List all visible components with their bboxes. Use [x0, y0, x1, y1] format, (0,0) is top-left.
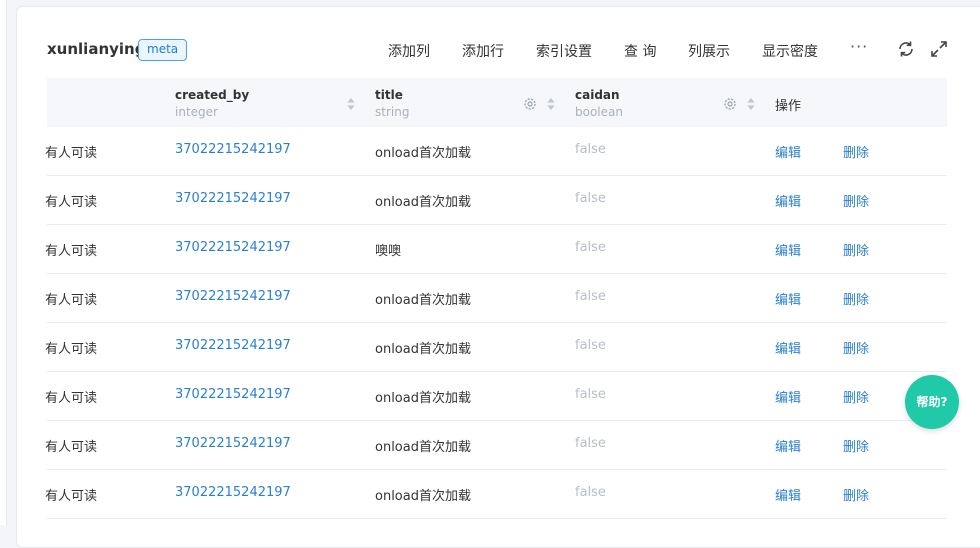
title-cell: 噢噢	[375, 244, 402, 259]
caidan-cell: false	[575, 387, 606, 402]
column-settings-icon[interactable]	[523, 96, 537, 110]
title-cell: onload首次加载	[375, 440, 471, 455]
delete-link[interactable]: 删除	[843, 485, 869, 504]
caidan-cell: false	[575, 289, 606, 304]
column-display-button[interactable]: 列展示	[688, 41, 730, 61]
caidan-cell: false	[575, 338, 606, 353]
caidan-cell: false	[575, 436, 606, 451]
edit-link[interactable]: 编辑	[775, 387, 801, 406]
delete-link[interactable]: 删除	[843, 387, 869, 406]
access-cell: 有人可读	[45, 244, 98, 259]
add-row-button[interactable]: 添加行	[462, 41, 504, 61]
column-header-created-by[interactable]: created_by integer	[175, 88, 249, 119]
help-button[interactable]: 帮助?	[905, 375, 959, 429]
title-cell: onload首次加载	[375, 293, 471, 308]
caidan-cell: false	[575, 142, 606, 157]
edit-link[interactable]: 编辑	[775, 191, 801, 210]
left-sidebar-edge	[0, 0, 7, 525]
access-cell: 有人可读	[45, 195, 98, 210]
caidan-cell: false	[575, 485, 606, 500]
more-icon[interactable]: ···	[850, 37, 868, 56]
table-row: 有人可读 37022215242197 onload首次加载 false 编辑 …	[45, 176, 947, 225]
table-row: 有人可读 37022215242197 onload首次加载 false 编辑 …	[45, 372, 947, 421]
table-body: 有人可读 37022215242197 onload首次加载 false 编辑 …	[45, 127, 947, 519]
column-header-title[interactable]: title string	[375, 88, 409, 119]
sort-icon[interactable]	[747, 96, 755, 110]
title-cell: onload首次加载	[375, 342, 471, 357]
fullscreen-icon[interactable]	[929, 39, 949, 59]
delete-link[interactable]: 删除	[843, 142, 869, 161]
display-density-button[interactable]: 显示密度	[762, 41, 818, 61]
access-cell: 有人可读	[45, 342, 98, 357]
add-column-button[interactable]: 添加列	[388, 41, 430, 61]
created-by-link[interactable]: 37022215242197	[175, 436, 291, 451]
table-row: 有人可读 37022215242197 onload首次加载 false 编辑 …	[45, 323, 947, 372]
sort-icon[interactable]	[347, 96, 355, 110]
edit-link[interactable]: 编辑	[775, 436, 801, 455]
caidan-cell: false	[575, 240, 606, 255]
table-row: 有人可读 37022215242197 onload首次加载 false 编辑 …	[45, 127, 947, 176]
created-by-link[interactable]: 37022215242197	[175, 289, 291, 304]
table-row: 有人可读 37022215242197 噢噢 false 编辑 删除	[45, 225, 947, 274]
access-cell: 有人可读	[45, 293, 98, 308]
index-settings-button[interactable]: 索引设置	[536, 41, 592, 61]
title-cell: onload首次加载	[375, 489, 471, 504]
table-row: 有人可读 37022215242197 onload首次加载 false 编辑 …	[45, 421, 947, 470]
column-header-actions: 操作	[775, 99, 802, 114]
edit-link[interactable]: 编辑	[775, 485, 801, 504]
column-settings-icon[interactable]	[723, 96, 737, 110]
delete-link[interactable]: 删除	[843, 289, 869, 308]
created-by-link[interactable]: 37022215242197	[175, 240, 291, 255]
delete-link[interactable]: 删除	[843, 240, 869, 259]
created-by-link[interactable]: 37022215242197	[175, 338, 291, 353]
refresh-icon[interactable]	[896, 39, 916, 59]
delete-link[interactable]: 删除	[843, 436, 869, 455]
column-header-caidan[interactable]: caidan boolean	[575, 88, 623, 119]
created-by-link[interactable]: 37022215242197	[175, 387, 291, 402]
title-cell: onload首次加载	[375, 195, 471, 210]
access-cell: 有人可读	[45, 146, 98, 161]
title-cell: onload首次加载	[375, 391, 471, 406]
title-cell: onload首次加载	[375, 146, 471, 161]
table-header: created_by integer title string caidan b…	[47, 78, 947, 127]
access-cell: 有人可读	[45, 440, 98, 455]
edit-link[interactable]: 编辑	[775, 142, 801, 161]
created-by-link[interactable]: 37022215242197	[175, 191, 291, 206]
created-by-link[interactable]: 37022215242197	[175, 142, 291, 157]
table-panel: xunlianying meta 添加列 添加行 索引设置 查 询 列展示 显示…	[16, 6, 980, 548]
access-cell: 有人可读	[45, 489, 98, 504]
edit-link[interactable]: 编辑	[775, 289, 801, 308]
table-title: xunlianying	[47, 40, 146, 58]
panel-header: xunlianying meta 添加列 添加行 索引设置 查 询 列展示 显示…	[17, 7, 980, 77]
delete-link[interactable]: 删除	[843, 191, 869, 210]
created-by-link[interactable]: 37022215242197	[175, 485, 291, 500]
table-row: 有人可读 37022215242197 onload首次加载 false 编辑 …	[45, 274, 947, 323]
table-row: 有人可读 37022215242197 onload首次加载 false 编辑 …	[45, 470, 947, 519]
edit-link[interactable]: 编辑	[775, 338, 801, 357]
query-button[interactable]: 查 询	[624, 41, 656, 61]
sort-icon[interactable]	[547, 96, 555, 110]
edit-link[interactable]: 编辑	[775, 240, 801, 259]
access-cell: 有人可读	[45, 391, 98, 406]
delete-link[interactable]: 删除	[843, 338, 869, 357]
meta-badge: meta	[138, 39, 188, 61]
caidan-cell: false	[575, 191, 606, 206]
